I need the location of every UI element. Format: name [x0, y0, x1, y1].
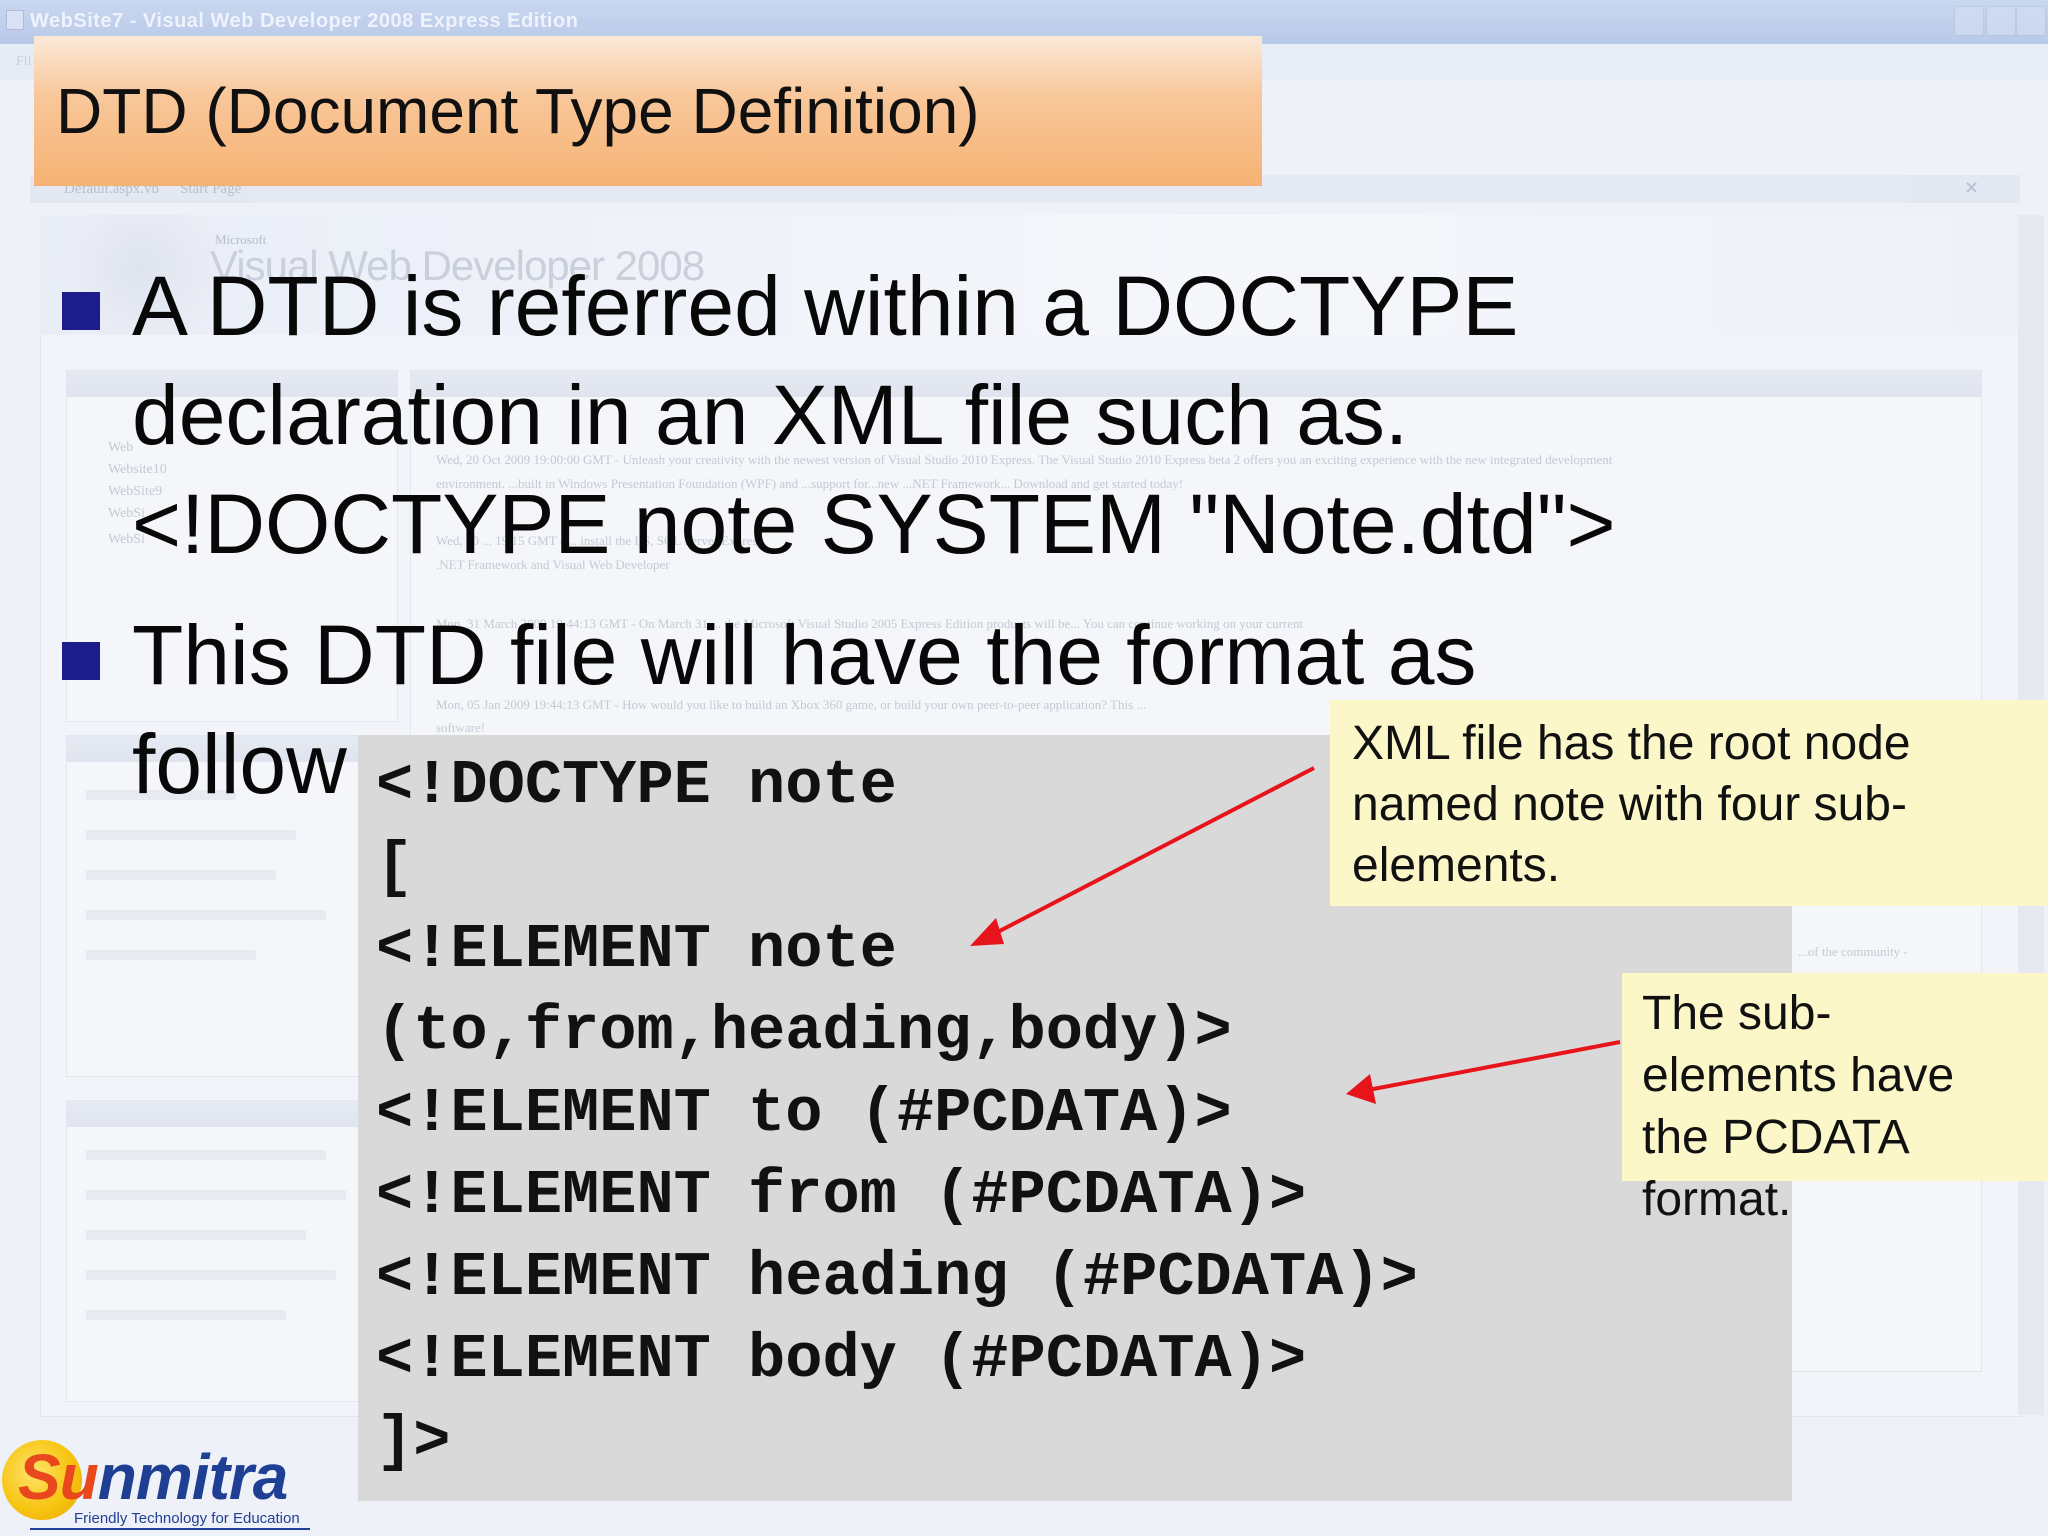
sunmitra-logo: Sunmitra Friendly Technology for Educati… — [0, 1428, 320, 1536]
logo-tagline: Friendly Technology for Education — [74, 1510, 300, 1527]
code-line: [ — [376, 832, 414, 903]
code-line: <!DOCTYPE note — [376, 750, 897, 821]
code-line: ]> — [376, 1406, 451, 1477]
panel-line — [86, 1190, 346, 1200]
code-line: (to,from,heading,body)> — [376, 996, 1232, 1067]
window-title: WebSite7 - Visual Web Developer 2008 Exp… — [30, 10, 579, 32]
bullet-1-line-3: <!DOCTYPE note SYSTEM "Note.dtd"> — [132, 477, 1616, 571]
recent-project-item[interactable]: Web — [108, 440, 133, 456]
panel-line — [86, 910, 326, 920]
callout-2-line: the PCDATA — [1642, 1111, 1910, 1164]
panel-line — [86, 830, 296, 840]
callout-1-line: named note with four sub- — [1352, 778, 1907, 831]
logo-wordmark: Sunmitra — [18, 1440, 289, 1514]
close-button[interactable] — [2016, 6, 2046, 36]
headlines-panel — [66, 1100, 398, 1402]
callout-2-line: The sub- — [1642, 987, 1832, 1040]
panel-line — [86, 1310, 286, 1320]
news-item[interactable]: ...of the community - — [1798, 944, 1908, 960]
slide-title: DTD (Document Type Definition) — [56, 75, 980, 147]
code-line: <!ELEMENT heading (#PCDATA)> — [376, 1242, 1418, 1313]
panel-line — [86, 870, 276, 880]
maximize-button[interactable] — [1986, 6, 2016, 36]
callout-2-line: format. — [1642, 1173, 1792, 1226]
app-icon — [6, 10, 24, 30]
panel-header — [67, 1101, 397, 1127]
panel-line — [86, 1230, 306, 1240]
panel-line — [86, 1150, 326, 1160]
code-line: <!ELEMENT note — [376, 914, 897, 985]
code-line: <!ELEMENT body (#PCDATA)> — [376, 1324, 1307, 1395]
panel-line — [86, 950, 256, 960]
callout-1-line: XML file has the root node — [1352, 717, 1911, 770]
bullet-marker — [62, 292, 100, 330]
menu-file[interactable]: Fil — [16, 54, 32, 70]
code-line: <!ELEMENT to (#PCDATA)> — [376, 1078, 1232, 1149]
news-item[interactable]: software! — [436, 720, 485, 736]
close-tab-icon[interactable]: ✕ — [1964, 178, 1979, 199]
bullet-2-line-1: This DTD file will have the format as — [132, 608, 1477, 702]
logo-wordmark-part1: Su — [18, 1441, 99, 1513]
code-line: <!ELEMENT from (#PCDATA)> — [376, 1160, 1307, 1231]
logo-underline — [30, 1528, 310, 1530]
bullet-marker — [62, 642, 100, 680]
bullet-2-line-2: follow — [132, 717, 347, 811]
panel-line — [86, 1270, 336, 1280]
callout-2-line: elements have — [1642, 1049, 1955, 1102]
minimize-button[interactable] — [1954, 6, 1984, 36]
bullet-1-line-1: A DTD is referred within a DOCTYPE — [132, 259, 1519, 353]
logo-wordmark-part2: nmitra — [97, 1441, 289, 1513]
bullet-1-line-2: declaration in an XML file such as. — [132, 368, 1409, 462]
callout-1-line: elements. — [1352, 839, 1561, 892]
